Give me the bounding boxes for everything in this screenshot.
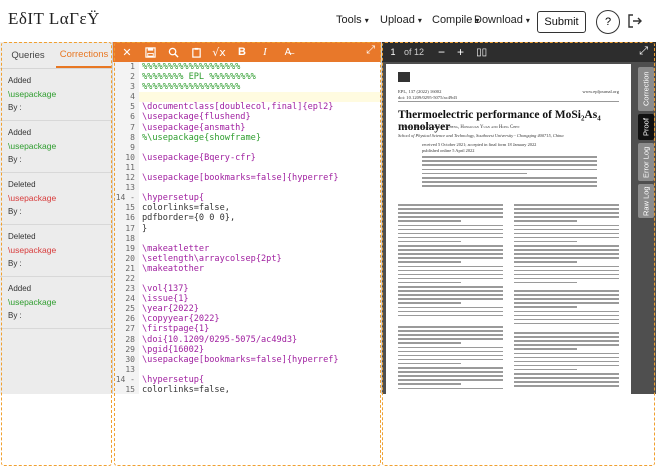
highlight-frame-editor [114,42,381,466]
highlight-frame-viewer [382,42,655,466]
logout-icon[interactable] [627,13,643,29]
menu-compile[interactable]: Compile ▾ [432,14,479,26]
menu-upload[interactable]: Upload ▾ [380,14,422,26]
chevron-down-icon: ▾ [364,16,369,25]
help-button[interactable]: ? [596,10,620,34]
chevron-down-icon: ▾ [417,16,422,25]
submit-button[interactable]: Submit [537,11,586,33]
menu-compile-label: Compile [432,14,473,26]
menu-tools[interactable]: Tools ▾ [336,14,369,26]
menu-upload-label: Upload [380,14,415,26]
chevron-down-icon: ▾ [525,16,530,25]
top-bar: EδΙΤ LαΓεΫ Tools ▾ Upload ▾ Compile ▾ Downl… [0,0,656,43]
menu-download-label: Download [474,14,523,26]
app-logo: EδΙΤ LαΓεΫ [8,9,100,28]
highlight-frame-left [1,42,112,466]
menu-tools-label: Tools [336,14,362,26]
menu-download[interactable]: Download ▾ [474,14,530,26]
